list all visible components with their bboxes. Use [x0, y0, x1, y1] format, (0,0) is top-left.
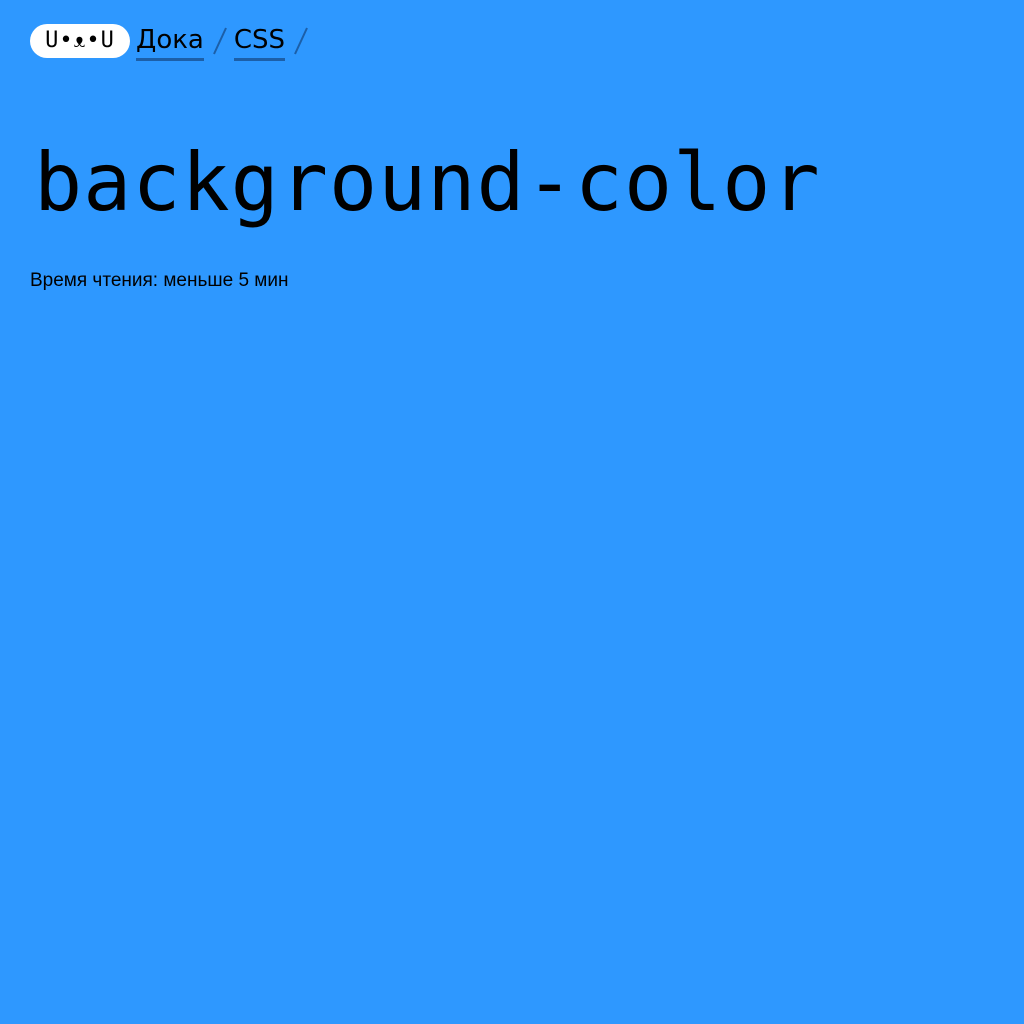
breadcrumb-link-css[interactable]: CSS [233, 22, 286, 61]
slash-separator-icon [212, 27, 227, 55]
breadcrumb: U•ᴥ•U Дока CSS [30, 22, 315, 62]
doka-logo-link[interactable]: U•ᴥ•U [30, 24, 130, 58]
reading-time: Время чтения: меньше 5 мин [30, 270, 289, 291]
doka-logo-icon: U•ᴥ•U [45, 28, 115, 53]
page-title: background-color [34, 136, 821, 229]
breadcrumb-link-doka[interactable]: Дока [136, 22, 204, 61]
slash-separator-icon [294, 27, 308, 55]
